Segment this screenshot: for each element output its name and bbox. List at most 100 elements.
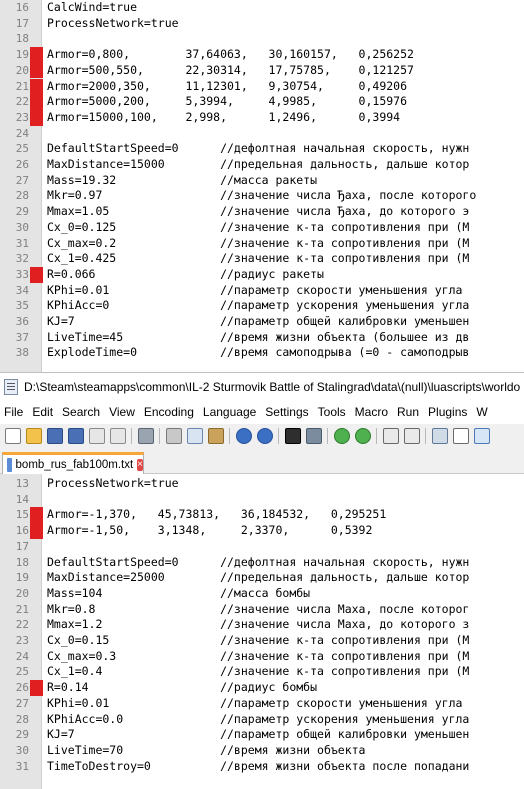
menu-settings[interactable]: Settings bbox=[262, 405, 314, 419]
code-line[interactable]: 36 KJ=7 //параметр общей калибровки умень… bbox=[0, 314, 524, 330]
bottom-editor-pane[interactable]: 13 ProcessNetwork=true 14 15 Armor=-1,370, 4… bbox=[0, 474, 524, 789]
cut-icon[interactable] bbox=[165, 428, 182, 444]
bookmark-marker[interactable] bbox=[30, 266, 43, 283]
code-line[interactable]: 17 bbox=[0, 539, 524, 555]
code-line[interactable]: 34 KPhi=0.01 //параметр скорости уменьшен… bbox=[0, 283, 524, 299]
menu-file[interactable]: File bbox=[0, 405, 29, 419]
sync-h-icon[interactable] bbox=[403, 428, 420, 444]
zoom-out-icon[interactable] bbox=[354, 428, 371, 444]
save-icon[interactable] bbox=[46, 428, 63, 444]
code-line[interactable]: 16 CalcWind=true bbox=[0, 0, 524, 16]
code-line[interactable]: 16 Armor=-1,50, 3,1348, 2,3370, 0,5392 bbox=[0, 523, 524, 539]
line-number: 35 bbox=[15, 299, 29, 313]
code-line[interactable]: 20 Armor=500,550, 22,30314, 17,75785, 0,1… bbox=[0, 62, 524, 79]
line-number: 36 bbox=[15, 315, 29, 328]
bookmark-marker[interactable] bbox=[30, 47, 43, 63]
code-line[interactable]: 23 Cx_0=0.15 //значение к-та сопротивлени… bbox=[0, 633, 524, 649]
code-line[interactable]: 25 DefaultStartSpeed=0 //дефолтная началь… bbox=[0, 141, 524, 157]
menu-w[interactable]: W bbox=[473, 405, 493, 419]
code-line[interactable]: 38 ExplodeTime=0 //время самоподрыва (=0 … bbox=[0, 345, 524, 361]
menu-plugins[interactable]: Plugins bbox=[425, 405, 473, 419]
line-text: KJ=7 //параметр общей калибровки уменьше… bbox=[47, 727, 470, 742]
line-text: ProcessNetwork=true bbox=[47, 15, 179, 30]
menu-encoding[interactable]: Encoding bbox=[141, 405, 200, 419]
top-editor-pane[interactable]: 16 CalcWind=true 17 ProcessNetwork=true 18 19… bbox=[0, 0, 524, 372]
code-line[interactable]: 29 KJ=7 //параметр общей калибровки умень… bbox=[0, 727, 524, 743]
line-number: 16 bbox=[15, 1, 29, 14]
paste-icon[interactable] bbox=[207, 428, 224, 444]
bookmark-marker[interactable] bbox=[30, 507, 43, 524]
code-line[interactable]: 23 Armor=15000,100, 2,998, 1,2496, 0,3994 bbox=[0, 109, 524, 126]
code-line[interactable]: 27 KPhi=0.01 //параметр скорости уменьшен… bbox=[0, 696, 524, 712]
word-wrap-icon[interactable] bbox=[431, 428, 448, 444]
undo-icon[interactable] bbox=[235, 428, 252, 444]
code-line[interactable]: 22 Mmax=1.2 //значение числа Маха, до кот… bbox=[0, 617, 524, 633]
code-line[interactable]: 26 R=0.14 //радиус бомбы bbox=[0, 680, 524, 696]
bookmark-marker[interactable] bbox=[30, 680, 43, 696]
code-line[interactable]: 32 Cx_1=0.425 //значение к-та сопротивлен… bbox=[0, 251, 524, 267]
code-line[interactable]: 21 Mkr=0.8 //значение числа Маха, после к… bbox=[0, 602, 524, 618]
code-line[interactable]: 15 Armor=-1,370, 45,73813, 36,184532, 0,2… bbox=[0, 507, 524, 524]
code-line[interactable]: 30 LiveTime=70 //время жизни объекта bbox=[0, 743, 524, 759]
bookmark-marker[interactable] bbox=[30, 78, 43, 95]
code-line[interactable]: 18 DefaultStartSpeed=0 //дефолтная началь… bbox=[0, 555, 524, 571]
code-line[interactable]: 24 Cx_max=0.3 //значение к-та сопротивлен… bbox=[0, 649, 524, 665]
code-line[interactable]: 30 Cx_0=0.125 //значение к-та сопротивлен… bbox=[0, 220, 524, 236]
code-line[interactable]: 14 bbox=[0, 492, 524, 508]
menu-search[interactable]: Search bbox=[59, 405, 106, 419]
redo-icon[interactable] bbox=[256, 428, 273, 444]
code-line[interactable]: 29 Mmax=1.05 //значение числа Ђаха, до ко… bbox=[0, 204, 524, 220]
tab-bomb-file[interactable]: bomb_rus_fab100m.txt × bbox=[2, 452, 144, 474]
new-file-icon[interactable] bbox=[4, 428, 21, 444]
menu-edit[interactable]: Edit bbox=[29, 405, 59, 419]
menu-macro[interactable]: Macro bbox=[352, 405, 394, 419]
code-line[interactable]: 17 ProcessNetwork=true bbox=[0, 16, 524, 32]
print-icon[interactable] bbox=[137, 428, 154, 444]
code-line[interactable]: 27 Mass=19.32 //масса ракеты bbox=[0, 173, 524, 189]
line-number: 22 bbox=[15, 618, 29, 632]
code-line[interactable]: 25 Cx_1=0.4 //значение к-та сопротивления… bbox=[0, 664, 524, 680]
code-line[interactable]: 35 KPhiAcc=0 //параметр ускорения уменьше… bbox=[0, 298, 524, 314]
bookmark-marker[interactable] bbox=[30, 94, 43, 110]
tab-close-icon[interactable]: × bbox=[137, 458, 143, 471]
menu-tools[interactable]: Tools bbox=[315, 405, 352, 419]
menu-view[interactable]: View bbox=[106, 405, 141, 419]
bookmark-marker[interactable] bbox=[30, 62, 43, 79]
menu-language[interactable]: Language bbox=[200, 405, 262, 419]
show-all-chars-icon[interactable] bbox=[452, 428, 469, 444]
line-number: 33 bbox=[15, 267, 29, 281]
code-line[interactable]: 22 Armor=5000,200, 5,3994, 4,9985, 0,1597… bbox=[0, 94, 524, 110]
line-number: 30 bbox=[15, 220, 29, 234]
code-line[interactable]: 37 LiveTime=45 //время жизни объекта (бол… bbox=[0, 330, 524, 346]
save-all-icon[interactable] bbox=[67, 428, 84, 444]
code-line[interactable]: 28 KPhiAcc=0.0 //параметр ускорения умень… bbox=[0, 712, 524, 728]
zoom-in-icon[interactable] bbox=[333, 428, 350, 444]
code-line[interactable]: 18 bbox=[0, 31, 524, 47]
replace-icon[interactable] bbox=[305, 428, 322, 444]
code-line[interactable]: 28 Mkr=0.97 //значение числа Ђаха, после … bbox=[0, 188, 524, 204]
code-line[interactable]: 33 R=0.066 //радиус ракеты bbox=[0, 266, 524, 283]
line-text: KJ=7 //параметр общей калибровки уменьше… bbox=[47, 314, 470, 328]
code-line[interactable]: 24 bbox=[0, 126, 524, 142]
code-line[interactable]: 21 Armor=2000,350, 11,12301, 9,30754, 0,4… bbox=[0, 78, 524, 95]
find-icon[interactable] bbox=[284, 428, 301, 444]
menu-run[interactable]: Run bbox=[394, 405, 425, 419]
indent-guide-icon[interactable] bbox=[473, 428, 490, 444]
bookmark-marker[interactable] bbox=[30, 109, 43, 126]
close-all-icon[interactable] bbox=[109, 428, 126, 444]
code-line[interactable]: 13 ProcessNetwork=true bbox=[0, 476, 524, 492]
copy-icon[interactable] bbox=[186, 428, 203, 444]
code-line[interactable]: 31 Cx_max=0.2 //значение к-та сопротивлен… bbox=[0, 236, 524, 252]
code-line[interactable]: 20 Mass=104 //масса бомбы bbox=[0, 586, 524, 602]
code-line[interactable]: 19 MaxDistance=25000 //предельная дальнос… bbox=[0, 570, 524, 586]
open-file-icon[interactable] bbox=[25, 428, 42, 444]
line-number: 19 bbox=[15, 48, 29, 62]
close-icon[interactable] bbox=[88, 428, 105, 444]
line-number: 26 bbox=[15, 158, 29, 171]
code-line[interactable]: 31 TimeToDestroy=0 //время жизни объекта … bbox=[0, 759, 524, 775]
code-line[interactable]: 19 Armor=0,800, 37,64063, 30,160157, 0,25… bbox=[0, 47, 524, 63]
code-line[interactable]: 26 MaxDistance=15000 //предельная дальнос… bbox=[0, 157, 524, 173]
bookmark-marker[interactable] bbox=[30, 523, 43, 539]
line-number: 23 bbox=[15, 110, 29, 124]
sync-v-icon[interactable] bbox=[382, 428, 399, 444]
